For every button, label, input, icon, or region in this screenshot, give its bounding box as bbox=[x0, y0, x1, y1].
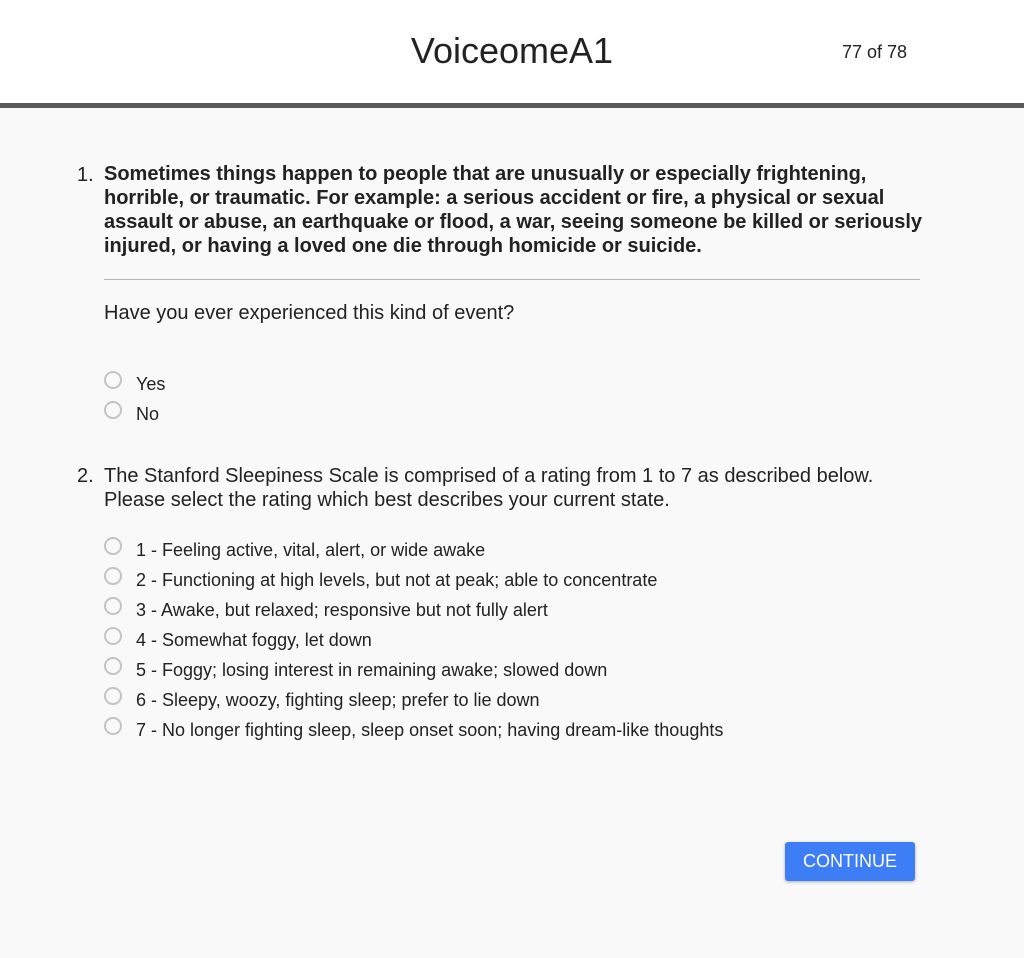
option-label: Yes bbox=[136, 374, 166, 394]
radio-button[interactable] bbox=[104, 401, 122, 419]
radio-button[interactable] bbox=[104, 371, 122, 389]
radio-button[interactable] bbox=[104, 567, 122, 585]
radio-button[interactable] bbox=[104, 717, 122, 735]
question-1-number: 1. bbox=[77, 164, 94, 186]
radio-button[interactable] bbox=[104, 657, 122, 675]
radio-button[interactable] bbox=[104, 627, 122, 645]
option-label: 1 - Feeling active, vital, alert, or wid… bbox=[136, 540, 486, 560]
option-label: 6 - Sleepy, woozy, fighting sleep; prefe… bbox=[136, 690, 540, 710]
question-2-prompt: The Stanford Sleepiness Scale is compris… bbox=[104, 465, 874, 511]
question-2-number: 2. bbox=[77, 465, 94, 487]
divider bbox=[104, 279, 920, 280]
option-label: 2 - Functioning at high levels, but not … bbox=[136, 570, 658, 590]
question-1-subquestion: Have you ever experienced this kind of e… bbox=[104, 302, 515, 324]
page-counter: 77 of 78 bbox=[842, 42, 908, 62]
option-label: 4 - Somewhat foggy, let down bbox=[136, 630, 372, 650]
option-label: 3 - Awake, but relaxed; responsive but n… bbox=[136, 600, 548, 620]
app-header: VoiceomeA1 77 of 78 bbox=[0, 0, 1024, 108]
question-1-prompt: Sometimes things happen to people that a… bbox=[104, 163, 923, 257]
radio-button[interactable] bbox=[104, 597, 122, 615]
continue-button[interactable]: CONTINUE bbox=[785, 842, 915, 881]
radio-button[interactable] bbox=[104, 537, 122, 555]
option-label: No bbox=[136, 404, 160, 424]
option-label: 7 - No longer fighting sleep, sleep onse… bbox=[136, 720, 724, 740]
radio-button[interactable] bbox=[104, 687, 122, 705]
option-label: 5 - Foggy; losing interest in remaining … bbox=[136, 660, 608, 680]
